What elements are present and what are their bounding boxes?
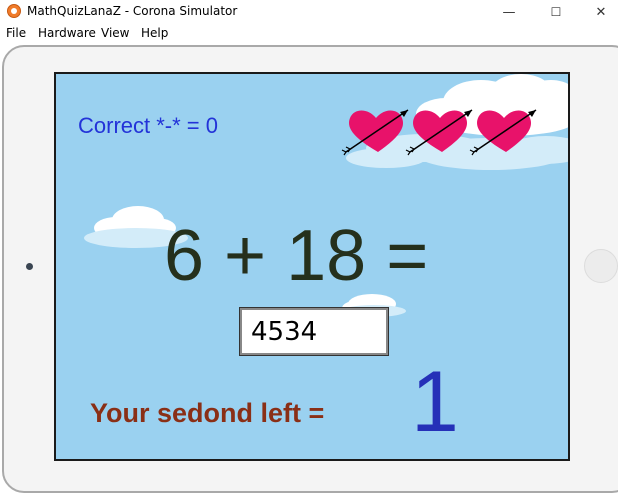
menu-hardware[interactable]: Hardware bbox=[38, 26, 96, 40]
math-equation: 6 + 18 = bbox=[164, 216, 429, 296]
game-screen: Correct *-* = 0 6 + 18 = 4534 Your sedon… bbox=[54, 72, 570, 461]
window-titlebar: MathQuizLanaZ - Corona Simulator — ☐ ✕ bbox=[0, 0, 618, 24]
heart-arrow-icon bbox=[405, 109, 473, 156]
seconds-left-value: 1 bbox=[411, 354, 459, 450]
window-title: MathQuizLanaZ - Corona Simulator bbox=[27, 4, 238, 18]
home-button[interactable] bbox=[584, 249, 618, 283]
camera-dot bbox=[26, 263, 33, 270]
close-button[interactable]: ✕ bbox=[578, 0, 618, 24]
menu-bar: File Hardware View Help bbox=[0, 25, 618, 44]
menu-file[interactable]: File bbox=[6, 26, 26, 40]
heart-arrow-icon bbox=[469, 109, 537, 156]
menu-view[interactable]: View bbox=[101, 26, 129, 40]
maximize-button[interactable]: ☐ bbox=[533, 0, 579, 24]
answer-input[interactable]: 4534 bbox=[239, 307, 389, 356]
corona-app-icon bbox=[7, 4, 21, 18]
seconds-left-label: Your sedond left = bbox=[90, 398, 325, 428]
heart-arrow-icon bbox=[341, 109, 409, 156]
menu-help[interactable]: Help bbox=[141, 26, 168, 40]
correct-score-label: Correct *-* = 0 bbox=[78, 113, 218, 138]
minimize-button[interactable]: — bbox=[486, 0, 532, 24]
